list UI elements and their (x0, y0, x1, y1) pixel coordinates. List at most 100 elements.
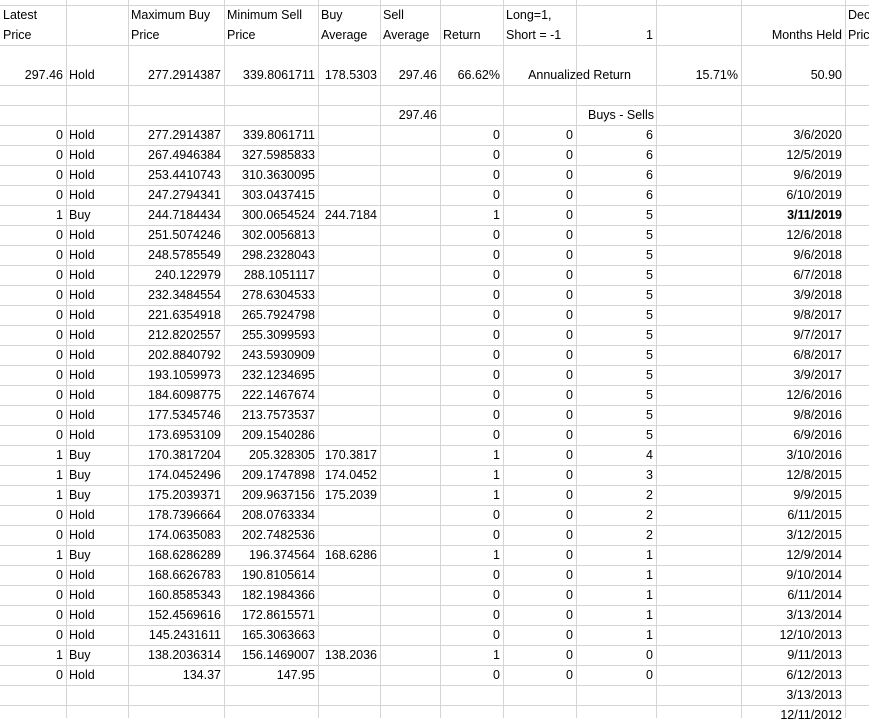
signal-cell[interactable]: Hold (66, 325, 128, 345)
long-short-cell[interactable]: 0 (503, 245, 576, 265)
date-cell[interactable]: 9/6/2019 (741, 165, 845, 185)
min-sell-cell[interactable]: 182.1984366 (224, 585, 318, 605)
date-cell[interactable]: 3/12/2015 (741, 525, 845, 545)
signal-cell[interactable]: Hold (66, 125, 128, 145)
signal-value-cell[interactable]: 0 (0, 385, 66, 405)
date-cell[interactable]: 3/9/2018 (741, 285, 845, 305)
buys-sells-cell[interactable]: 5 (576, 365, 656, 385)
long-short-cell[interactable]: 0 (503, 305, 576, 325)
signal-value-cell[interactable]: 0 (0, 305, 66, 325)
buys-sells-cell[interactable]: 6 (576, 165, 656, 185)
min-sell-cell[interactable]: 205.328305 (224, 445, 318, 465)
buy-average-cell[interactable]: 168.6286 (318, 545, 380, 565)
signal-value-cell[interactable]: 0 (0, 525, 66, 545)
max-buy-cell[interactable]: 177.5345746 (128, 405, 224, 425)
min-sell-cell[interactable]: 208.0763334 (224, 505, 318, 525)
date-cell[interactable]: 3/9/2017 (741, 365, 845, 385)
header-cell[interactable]: Pric (845, 25, 869, 45)
buys-sells-cell[interactable]: 6 (576, 185, 656, 205)
max-buy-cell[interactable]: 212.8202557 (128, 325, 224, 345)
signal-cell[interactable]: Hold (66, 185, 128, 205)
return-cell[interactable]: 0 (440, 305, 503, 325)
long-short-cell[interactable]: 0 (503, 425, 576, 445)
signal-value-cell[interactable]: 0 (0, 125, 66, 145)
header-cell[interactable]: Long=1, (503, 5, 576, 25)
long-short-cell[interactable]: 0 (503, 285, 576, 305)
date-cell[interactable]: 12/9/2014 (741, 545, 845, 565)
long-short-cell[interactable]: 0 (503, 205, 576, 225)
max-buy-cell[interactable]: 248.5785549 (128, 245, 224, 265)
signal-cell[interactable]: Hold (66, 145, 128, 165)
max-buy-cell[interactable]: 202.8840792 (128, 345, 224, 365)
signal-value-cell[interactable]: 1 (0, 485, 66, 505)
buys-sells-cell[interactable]: 5 (576, 345, 656, 365)
buy-average-cell[interactable]: 244.7184 (318, 205, 380, 225)
signal-cell[interactable]: Hold (66, 345, 128, 365)
header-cell[interactable]: 1 (576, 25, 656, 45)
buys-sells-cell[interactable]: 5 (576, 225, 656, 245)
max-buy-cell[interactable]: 168.6626783 (128, 565, 224, 585)
buys-sells-cell[interactable]: 5 (576, 305, 656, 325)
min-sell-cell[interactable]: 190.8105614 (224, 565, 318, 585)
max-buy-cell[interactable]: 251.5074246 (128, 225, 224, 245)
return-cell[interactable]: 0 (440, 125, 503, 145)
buys-sells-cell[interactable]: 2 (576, 485, 656, 505)
min-sell-cell[interactable]: 209.1540286 (224, 425, 318, 445)
annualized-return-value[interactable]: 15.71% (656, 65, 741, 85)
min-sell-cell[interactable]: 327.5985833 (224, 145, 318, 165)
buys-sells-cell[interactable]: 4 (576, 445, 656, 465)
signal-value-cell[interactable]: 0 (0, 565, 66, 585)
long-short-cell[interactable]: 0 (503, 665, 576, 685)
min-sell-cell[interactable]: 156.1469007 (224, 645, 318, 665)
date-cell[interactable]: 12/6/2016 (741, 385, 845, 405)
date-cell[interactable]: 3/11/2019 (741, 205, 845, 225)
header-cell[interactable]: Price (128, 25, 224, 45)
return-cell[interactable]: 0 (440, 285, 503, 305)
signal-value-cell[interactable]: 0 (0, 325, 66, 345)
signal-cell[interactable]: Buy (66, 205, 128, 225)
signal-value-cell[interactable]: 0 (0, 585, 66, 605)
signal-cell[interactable]: Hold (66, 265, 128, 285)
signal-cell[interactable]: Hold (66, 405, 128, 425)
signal-cell[interactable]: Hold (66, 525, 128, 545)
return-cell[interactable]: 0 (440, 625, 503, 645)
long-short-cell[interactable]: 0 (503, 465, 576, 485)
signal-cell[interactable]: Hold (66, 225, 128, 245)
date-cell[interactable]: 9/7/2017 (741, 325, 845, 345)
max-buy-cell[interactable]: 267.4946384 (128, 145, 224, 165)
return-cell[interactable]: 0 (440, 665, 503, 685)
max-buy-cell[interactable]: 175.2039371 (128, 485, 224, 505)
date-cell[interactable]: 3/13/2013 (741, 685, 845, 705)
header-cell[interactable]: Average (318, 25, 380, 45)
signal-cell[interactable]: Hold (66, 565, 128, 585)
buys-sells-cell[interactable]: 5 (576, 325, 656, 345)
long-short-cell[interactable]: 0 (503, 485, 576, 505)
buys-sells-cell[interactable]: 0 (576, 665, 656, 685)
header-cell[interactable]: Months Held (741, 25, 845, 45)
return-cell[interactable]: 1 (440, 205, 503, 225)
sell-average-value[interactable]: 297.46 (380, 105, 440, 125)
signal-cell[interactable]: Buy (66, 545, 128, 565)
header-cell[interactable]: Price (224, 25, 318, 45)
signal-cell[interactable]: Hold (66, 585, 128, 605)
summary-max-buy[interactable]: 277.2914387 (128, 65, 224, 85)
signal-value-cell[interactable]: 0 (0, 265, 66, 285)
buys-sells-cell[interactable]: 5 (576, 205, 656, 225)
summary-min-sell[interactable]: 339.8061711 (224, 65, 318, 85)
min-sell-cell[interactable]: 209.1747898 (224, 465, 318, 485)
buys-sells-cell[interactable]: 1 (576, 545, 656, 565)
return-cell[interactable]: 1 (440, 645, 503, 665)
header-cell[interactable]: Price (0, 25, 66, 45)
long-short-cell[interactable]: 0 (503, 585, 576, 605)
return-cell[interactable]: 0 (440, 365, 503, 385)
min-sell-cell[interactable]: 213.7573537 (224, 405, 318, 425)
max-buy-cell[interactable]: 247.2794341 (128, 185, 224, 205)
max-buy-cell[interactable]: 174.0452496 (128, 465, 224, 485)
signal-value-cell[interactable]: 0 (0, 145, 66, 165)
long-short-cell[interactable]: 0 (503, 625, 576, 645)
return-cell[interactable]: 0 (440, 165, 503, 185)
return-cell[interactable]: 0 (440, 405, 503, 425)
date-cell[interactable]: 9/9/2015 (741, 485, 845, 505)
buys-sells-cell[interactable]: 6 (576, 125, 656, 145)
date-cell[interactable]: 6/9/2016 (741, 425, 845, 445)
